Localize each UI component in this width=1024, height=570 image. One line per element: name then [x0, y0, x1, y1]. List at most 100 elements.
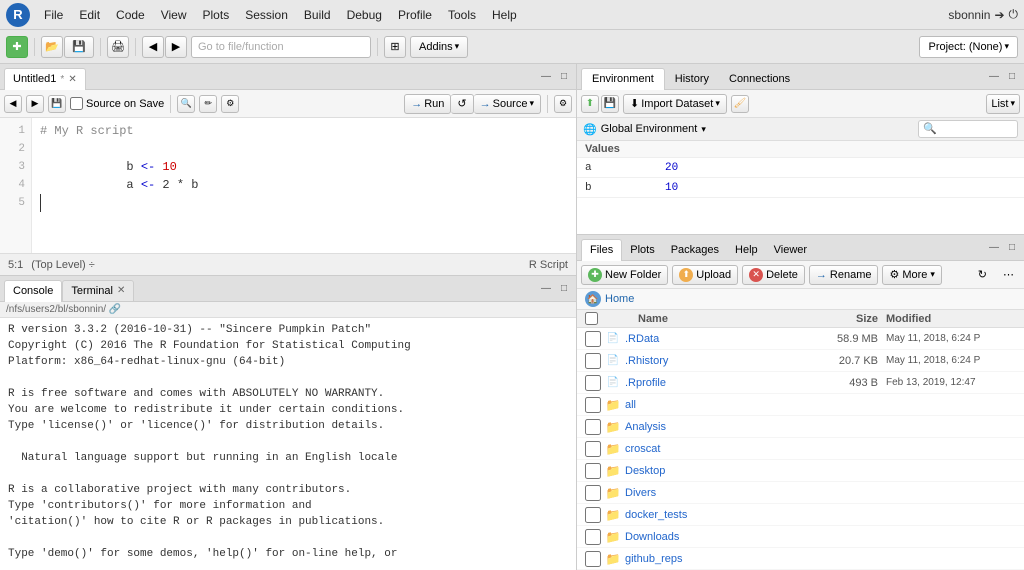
code-tools-button[interactable]: ⚙: [221, 95, 239, 113]
editor-forward-button[interactable]: ▶: [26, 95, 44, 113]
console-tab[interactable]: Console: [4, 280, 62, 302]
file-checkbox[interactable]: [585, 485, 601, 501]
rerun-button[interactable]: ↺: [451, 94, 473, 114]
env-download-button[interactable]: 💾: [601, 95, 619, 113]
rename-button[interactable]: → Rename: [809, 265, 879, 285]
minimize-console-button[interactable]: —: [538, 281, 554, 297]
file-name[interactable]: docker_tests: [625, 509, 816, 521]
menu-plots[interactable]: Plots: [197, 6, 236, 24]
help-tab[interactable]: Help: [727, 239, 766, 261]
run-button[interactable]: → Run: [404, 94, 451, 114]
path-home-label[interactable]: Home: [605, 293, 634, 305]
file-row[interactable]: 📁 all: [577, 394, 1024, 416]
editor-tab-untitled[interactable]: Untitled1 * ✕: [4, 68, 86, 90]
select-all-checkbox[interactable]: [585, 312, 598, 325]
file-row[interactable]: 📄 .Rprofile 493 B Feb 13, 2019, 12:47: [577, 372, 1024, 394]
editor-more-button[interactable]: ⚙: [554, 95, 572, 113]
file-row[interactable]: 📄 .RData 58.9 MB May 11, 2018, 6:24 P: [577, 328, 1024, 350]
file-row[interactable]: 📄 .Rhistory 20.7 KB May 11, 2018, 6:24 P: [577, 350, 1024, 372]
file-name[interactable]: .Rhistory: [625, 355, 816, 367]
maximize-editor-button[interactable]: □: [556, 69, 572, 85]
file-checkbox[interactable]: [585, 507, 601, 523]
back-button[interactable]: ◀: [142, 36, 164, 58]
file-checkbox[interactable]: [585, 419, 601, 435]
project-button[interactable]: Project: (None) ▾: [919, 36, 1018, 58]
menu-help[interactable]: Help: [486, 6, 523, 24]
env-row-a[interactable]: a 20: [577, 158, 1024, 178]
terminal-tab[interactable]: Terminal ✕: [62, 280, 134, 302]
env-search-input[interactable]: [918, 120, 1018, 138]
open-button[interactable]: 📂: [41, 36, 63, 58]
file-name[interactable]: .Rprofile: [625, 377, 816, 389]
save-button[interactable]: 💾: [64, 36, 94, 58]
file-name[interactable]: all: [625, 399, 816, 411]
print-button[interactable]: 🖨: [107, 36, 129, 58]
viewer-tab[interactable]: Viewer: [766, 239, 815, 261]
environment-tab[interactable]: Environment: [581, 68, 665, 90]
menu-session[interactable]: Session: [239, 6, 294, 24]
minimize-env-button[interactable]: —: [986, 69, 1002, 85]
file-name[interactable]: Analysis: [625, 421, 816, 433]
source-on-save[interactable]: Source on Save: [70, 97, 164, 110]
file-name[interactable]: Desktop: [625, 465, 816, 477]
goto-input[interactable]: Go to file/function: [191, 36, 371, 58]
source-on-save-checkbox[interactable]: [70, 97, 83, 110]
file-row[interactable]: 📁 Desktop: [577, 460, 1024, 482]
menu-code[interactable]: Code: [110, 6, 151, 24]
new-file-button[interactable]: ✚: [6, 36, 28, 58]
maximize-env-button[interactable]: □: [1004, 69, 1020, 85]
file-name[interactable]: croscat: [625, 443, 816, 455]
file-checkbox[interactable]: [585, 441, 601, 457]
maximize-files-button[interactable]: □: [1004, 240, 1020, 256]
upload-button[interactable]: ⬆ Upload: [672, 265, 738, 285]
menu-tools[interactable]: Tools: [442, 6, 482, 24]
file-checkbox[interactable]: [585, 463, 601, 479]
console-content[interactable]: R version 3.3.2 (2016-10-31) -- "Sincere…: [0, 318, 576, 570]
source-button[interactable]: → Source ▾: [474, 94, 541, 114]
file-checkbox[interactable]: [585, 353, 601, 369]
user-icon[interactable]: ➔: [994, 8, 1004, 22]
path-link-icon[interactable]: 🔗: [109, 304, 121, 315]
plots-tab[interactable]: Plots: [622, 239, 662, 261]
new-folder-button[interactable]: ✚ New Folder: [581, 265, 668, 285]
code-content[interactable]: # My R script b <- 10 a <- 2 * b ​: [32, 118, 576, 253]
file-row[interactable]: 📁 croscat: [577, 438, 1024, 460]
more-button[interactable]: ⚙ More ▾: [882, 265, 941, 285]
maximize-console-button[interactable]: □: [556, 281, 572, 297]
brush-button[interactable]: 🖌: [731, 95, 749, 113]
file-name[interactable]: .RData: [625, 333, 816, 345]
history-tab[interactable]: History: [665, 68, 719, 90]
file-name[interactable]: Divers: [625, 487, 816, 499]
terminal-tab-close[interactable]: ✕: [117, 285, 125, 296]
editor-back-button[interactable]: ◀: [4, 95, 22, 113]
env-row-b[interactable]: b 10: [577, 178, 1024, 198]
menu-build[interactable]: Build: [298, 6, 337, 24]
menu-debug[interactable]: Debug: [341, 6, 388, 24]
file-checkbox[interactable]: [585, 397, 601, 413]
files-more-button[interactable]: ⋯: [997, 265, 1020, 285]
env-upload-button[interactable]: ⬆: [581, 95, 599, 113]
files-tab[interactable]: Files: [581, 239, 622, 261]
file-checkbox[interactable]: [585, 551, 601, 567]
file-row[interactable]: 📁 Divers: [577, 482, 1024, 504]
file-row[interactable]: 📁 github_reps: [577, 548, 1024, 570]
menu-view[interactable]: View: [155, 6, 193, 24]
list-button[interactable]: List ▾: [986, 94, 1020, 114]
file-name[interactable]: github_reps: [625, 553, 816, 565]
minimize-files-button[interactable]: —: [986, 240, 1002, 256]
global-env-label[interactable]: Global Environment: [601, 123, 698, 135]
file-checkbox[interactable]: [585, 375, 601, 391]
file-row[interactable]: 📁 Analysis: [577, 416, 1024, 438]
import-dataset-button[interactable]: ⬇ Import Dataset ▾: [623, 94, 727, 114]
find-button[interactable]: 🔍: [177, 95, 195, 113]
spell-button[interactable]: ✏: [199, 95, 217, 113]
file-row[interactable]: 📁 Downloads: [577, 526, 1024, 548]
packages-tab[interactable]: Packages: [663, 239, 727, 261]
editor-save-button[interactable]: 💾: [48, 95, 66, 113]
addins-button[interactable]: Addins ▾: [410, 36, 468, 58]
menu-profile[interactable]: Profile: [392, 6, 438, 24]
delete-button[interactable]: ✕ Delete: [742, 265, 805, 285]
file-checkbox[interactable]: [585, 529, 601, 545]
grid-button[interactable]: ⊞: [384, 36, 406, 58]
file-row[interactable]: 📁 docker_tests: [577, 504, 1024, 526]
